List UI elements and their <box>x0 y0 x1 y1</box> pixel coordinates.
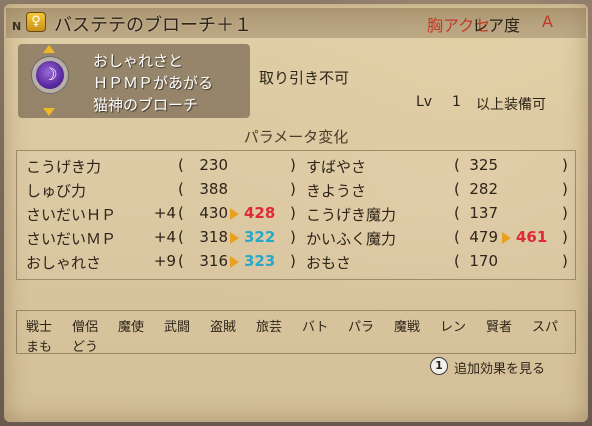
stat-bonus: +4 <box>153 228 176 246</box>
job-label: スパ <box>532 320 559 335</box>
job-label: 盗賊 <box>210 320 237 335</box>
paren-left: ( <box>178 204 184 222</box>
paren-right: ) <box>290 156 296 174</box>
stat-row: すばやさ (325) <box>306 156 586 178</box>
stat-current: 479 <box>469 228 498 246</box>
stat-row: おもさ (170) <box>306 252 586 274</box>
stat-row: さいだいＨＰ +4(430 428) <box>26 204 306 226</box>
paren-right: ) <box>290 204 296 222</box>
job-label: パラ <box>348 320 375 335</box>
lv-label: Lv <box>416 94 433 110</box>
arrow-up-icon[interactable] <box>43 45 55 53</box>
paren-right: ) <box>290 228 296 246</box>
stat-row: こうげき魔力 (137) <box>306 204 586 226</box>
stat-row: きようさ (282) <box>306 180 586 202</box>
job-label: 戦士 <box>26 320 53 335</box>
description-line-2: ＨＰＭＰがあがる <box>93 74 214 92</box>
stat-row: かいふく魔力 (479 461) <box>306 228 586 250</box>
paren-left: ( <box>454 204 460 222</box>
paren-right: ) <box>562 156 568 174</box>
stat-current: 316 <box>199 252 228 270</box>
stat-new: 322 <box>244 228 276 246</box>
circle-1-button-icon: 1 <box>430 357 448 375</box>
stat-row: こうげき力 (230) <box>26 156 306 178</box>
stat-new: 461 <box>516 228 548 246</box>
description-line-3: 猫神のブローチ <box>93 96 199 114</box>
stat-name: すばやさ <box>306 158 367 176</box>
lv-value: 1 <box>452 94 461 110</box>
paren-right: ) <box>562 180 568 198</box>
job-label: 僧侶 <box>72 320 99 335</box>
stat-current: 318 <box>199 228 228 246</box>
stat-name: かいふく魔力 <box>306 230 397 248</box>
stat-name: さいだいＭＰ <box>26 230 117 248</box>
paren-right: ) <box>562 204 568 222</box>
trade-status: 取り引き不可 <box>259 69 350 87</box>
stat-current: 325 <box>469 156 498 174</box>
view-extra-effects-label: 追加効果を見る <box>454 362 546 377</box>
paren-right: ) <box>290 252 296 270</box>
emblem-selector[interactable]: ☽ <box>30 44 68 118</box>
paren-left: ( <box>178 252 184 270</box>
stat-bonus: +4 <box>153 204 176 222</box>
rarity-value: A <box>542 12 553 31</box>
arrow-right-icon <box>230 208 239 220</box>
stat-name: こうげき力 <box>26 158 102 176</box>
paren-right: ) <box>562 228 568 246</box>
level-requirement: Lv 1 以上装備可 <box>404 94 580 116</box>
rarity-label: レア度 <box>472 16 521 35</box>
stat-current: 282 <box>469 180 498 198</box>
stat-name: こうげき魔力 <box>306 206 397 224</box>
stat-name: おもさ <box>306 254 352 272</box>
stat-current: 137 <box>469 204 498 222</box>
ring-icon: ♀ <box>26 12 46 32</box>
item-title: バステテのブローチ＋１ <box>54 15 252 36</box>
paren-left: ( <box>178 180 184 198</box>
job-label: バト <box>302 320 329 335</box>
job-label: 武闘 <box>164 320 191 335</box>
brooch-emblem-icon: ☽ <box>32 57 68 93</box>
stat-name: きようさ <box>306 182 367 200</box>
stat-bonus: +9 <box>153 252 176 270</box>
paren-right: ) <box>290 180 296 198</box>
parameter-change-title: パラメータ変化 <box>243 128 349 146</box>
stat-current: 430 <box>199 204 228 222</box>
job-label: どう <box>72 340 99 355</box>
stat-row: おしゃれさ +9(316 323) <box>26 252 306 274</box>
description-line-1: おしゃれさと <box>93 52 184 70</box>
stat-row: さいだいＭＰ +4(318 322) <box>26 228 306 250</box>
stat-current: 170 <box>469 252 498 270</box>
stat-current: 388 <box>199 180 228 198</box>
stat-name: おしゃれさ <box>26 254 102 272</box>
stat-name: しゅび力 <box>26 182 87 200</box>
stat-new: 323 <box>244 252 276 270</box>
paren-left: ( <box>454 252 460 270</box>
job-label: 旅芸 <box>256 320 283 335</box>
paren-left: ( <box>178 156 184 174</box>
stat-current: 230 <box>199 156 228 174</box>
stat-row: しゅび力 (388) <box>26 180 306 202</box>
paren-right: ) <box>562 252 568 270</box>
job-label: まも <box>26 340 53 355</box>
job-label: 魔使 <box>118 320 145 335</box>
paren-left: ( <box>454 180 460 198</box>
corner-letter: N <box>12 20 22 33</box>
stat-name: さいだいＨＰ <box>26 206 117 224</box>
arrow-right-icon <box>230 232 239 244</box>
arrow-right-icon <box>230 256 239 268</box>
job-label: レン <box>440 320 467 335</box>
job-label: 魔戦 <box>394 320 421 335</box>
stat-new: 428 <box>244 204 276 222</box>
lv-text: 以上装備可 <box>476 97 546 113</box>
job-label: 賢者 <box>486 320 513 335</box>
paren-left: ( <box>454 156 460 174</box>
paren-left: ( <box>454 228 460 246</box>
arrow-right-icon <box>502 232 511 244</box>
arrow-down-icon[interactable] <box>43 108 55 116</box>
paren-left: ( <box>178 228 184 246</box>
